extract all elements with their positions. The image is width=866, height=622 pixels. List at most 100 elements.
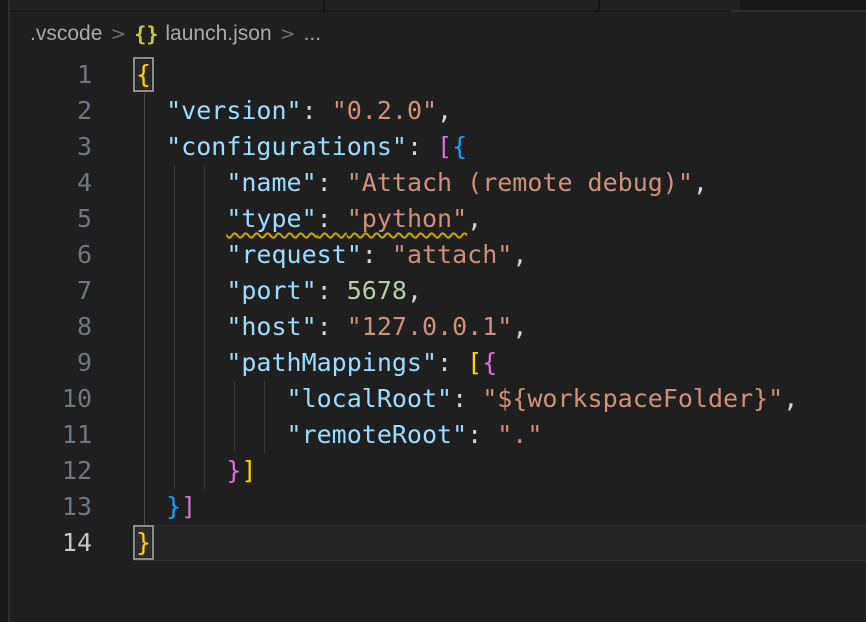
code-line[interactable]: 5 "type": "python", (10, 201, 866, 237)
code-token: "version" (166, 96, 301, 125)
code-line[interactable]: 11 "remoteRoot": "." (10, 417, 866, 453)
code-line[interactable]: 3 "configurations": [{ (10, 129, 866, 165)
code-token: [ (437, 132, 452, 161)
code-token: : (452, 384, 482, 413)
code-token (136, 204, 226, 233)
code-token: "127.0.0.1" (347, 312, 513, 341)
code-token (136, 240, 226, 269)
code-token: "${workspaceFolder}" (482, 384, 783, 413)
tab-strip[interactable] (10, 0, 866, 10)
line-code: { (92, 57, 151, 93)
sidebar-edge (0, 0, 10, 622)
line-code: "host": "127.0.0.1", (92, 309, 527, 345)
tab-separator (598, 0, 600, 10)
code-line[interactable]: 8 "host": "127.0.0.1", (10, 309, 866, 345)
line-code: "version": "0.2.0", (92, 93, 452, 129)
code-token: [ (467, 348, 482, 377)
code-token (136, 348, 226, 377)
code-token (136, 312, 226, 341)
code-token: "Attach (remote debug)" (347, 168, 693, 197)
code-line[interactable]: 6 "request": "attach", (10, 237, 866, 273)
code-token: , (467, 204, 482, 233)
code-line[interactable]: 10 "localRoot": "${workspaceFolder}", (10, 381, 866, 417)
breadcrumb: .vscode > {} launch.json > ... (10, 12, 866, 56)
line-code: "type": "python", (92, 201, 482, 237)
line-code: }] (92, 489, 196, 525)
code-token: "localRoot" (287, 384, 453, 413)
code-token (136, 492, 166, 521)
code-token (136, 276, 226, 305)
line-number[interactable]: 13 (10, 489, 92, 525)
line-code: "localRoot": "${workspaceFolder}", (92, 381, 798, 417)
line-number[interactable]: 4 (10, 165, 92, 201)
line-number[interactable]: 10 (10, 381, 92, 417)
line-number[interactable]: 5 (10, 201, 92, 237)
tab-separator (323, 0, 325, 10)
line-code: } (92, 525, 151, 561)
json-braces-icon: {} (134, 22, 158, 46)
code-token (136, 420, 287, 449)
code-token (136, 384, 287, 413)
code-token: "remoteRoot" (287, 420, 468, 449)
code-token: , (407, 276, 422, 305)
line-number[interactable]: 12 (10, 453, 92, 489)
line-number[interactable]: 6 (10, 237, 92, 273)
code-token: : (467, 420, 497, 449)
code-token: { (482, 348, 497, 377)
bracket-match-box: { (136, 60, 151, 89)
line-number[interactable]: 3 (10, 129, 92, 165)
breadcrumb-folder[interactable]: .vscode (30, 22, 102, 46)
chevron-right-icon: > (280, 23, 296, 45)
breadcrumb-symbol-ellipsis[interactable]: ... (304, 22, 322, 46)
vscode-editor: .vscode > {} launch.json > ... 1{2 "vers… (0, 0, 866, 622)
line-number[interactable]: 11 (10, 417, 92, 453)
code-token: , (512, 240, 527, 269)
line-code: "remoteRoot": "." (92, 417, 542, 453)
code-token: : (317, 168, 347, 197)
code-token: "attach" (392, 240, 512, 269)
line-number[interactable]: 14 (10, 525, 92, 561)
code-token: } (166, 492, 181, 521)
code-token: , (512, 312, 527, 341)
code-token: } (226, 456, 241, 485)
code-token: "port" (226, 276, 316, 305)
code-token (136, 96, 166, 125)
code-token (136, 456, 226, 485)
code-token: "name" (226, 168, 316, 197)
code-token (136, 132, 166, 161)
bracket-match-box: } (136, 528, 151, 557)
code-token: "configurations" (166, 132, 407, 161)
code-token: : (317, 276, 347, 305)
code-line[interactable]: 14} (10, 525, 866, 561)
code-line[interactable]: 13 }] (10, 489, 866, 525)
line-number[interactable]: 2 (10, 93, 92, 129)
code-token: "0.2.0" (332, 96, 437, 125)
line-code: }] (92, 453, 256, 489)
code-token: "request" (226, 240, 361, 269)
editor-area[interactable]: 1{2 "version": "0.2.0",3 "configurations… (10, 57, 866, 561)
code-line[interactable]: 1{ (10, 57, 866, 93)
warning-squiggle: : (317, 204, 347, 233)
code-token: 5678 (347, 276, 407, 305)
chevron-right-icon: > (110, 23, 126, 45)
line-code: "request": "attach", (92, 237, 527, 273)
line-code: "name": "Attach (remote debug)", (92, 165, 708, 201)
code-line[interactable]: 12 }] (10, 453, 866, 489)
line-number[interactable]: 9 (10, 345, 92, 381)
line-code: "port": 5678, (92, 273, 422, 309)
line-number[interactable]: 8 (10, 309, 92, 345)
code-line[interactable]: 2 "version": "0.2.0", (10, 93, 866, 129)
line-number[interactable]: 1 (10, 57, 92, 93)
code-token: "." (497, 420, 542, 449)
code-line[interactable]: 4 "name": "Attach (remote debug)", (10, 165, 866, 201)
code-token: "pathMappings" (226, 348, 437, 377)
code-line[interactable]: 7 "port": 5678, (10, 273, 866, 309)
code-token: : (302, 96, 332, 125)
code-line[interactable]: 9 "pathMappings": [{ (10, 345, 866, 381)
warning-squiggle: "type" (226, 204, 316, 233)
breadcrumb-file[interactable]: launch.json (165, 22, 271, 46)
line-code: "pathMappings": [{ (92, 345, 497, 381)
code-token: : (437, 348, 467, 377)
code-token: ] (241, 456, 256, 485)
line-number[interactable]: 7 (10, 273, 92, 309)
